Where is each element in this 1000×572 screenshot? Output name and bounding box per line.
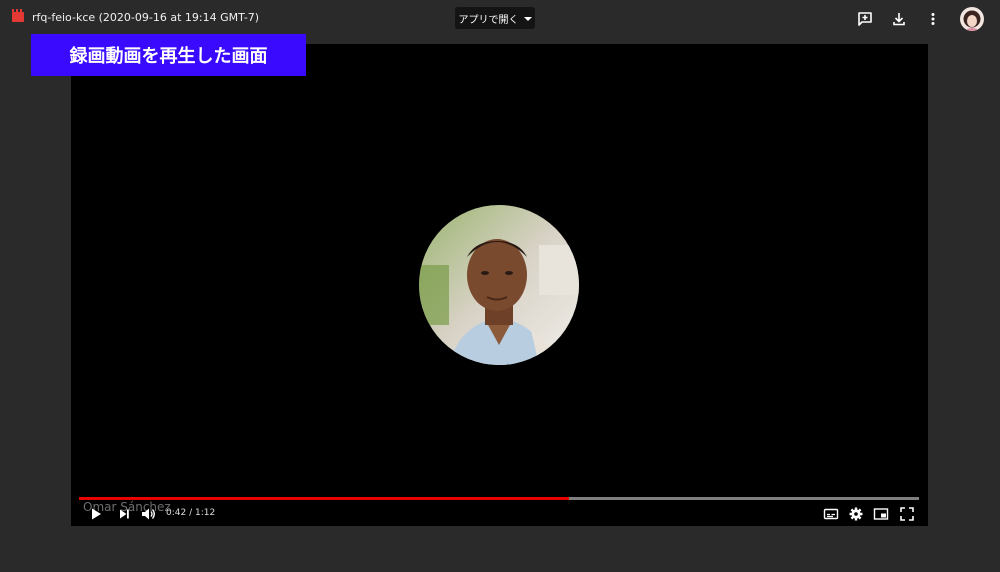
player-controls: 0:42 / 1:12 <box>71 503 928 525</box>
open-with-label: アプリで開く <box>458 14 519 26</box>
video-player[interactable]: Omar Sánchez 0:42 / 1:12 <box>71 44 928 526</box>
download-icon[interactable] <box>888 8 910 30</box>
gear-icon[interactable] <box>845 503 867 525</box>
caret-down-icon <box>523 16 532 21</box>
progress-fill <box>79 497 569 500</box>
top-bar: rfq-feio-kce (2020-09-16 at 19:14 GMT-7)… <box>0 0 1000 38</box>
top-actions <box>854 7 984 31</box>
add-comment-icon[interactable] <box>854 8 876 30</box>
miniplayer-icon[interactable] <box>870 503 892 525</box>
file-title: rfq-feio-kce (2020-09-16 at 19:14 GMT-7) <box>32 11 260 24</box>
overlay-label: 録画動画を再生した画面 <box>31 34 306 76</box>
speaker-avatar <box>419 205 579 365</box>
fullscreen-icon[interactable] <box>896 503 918 525</box>
open-with-button[interactable]: アプリで開く <box>455 7 535 29</box>
more-vert-icon[interactable] <box>922 8 944 30</box>
avatar[interactable] <box>960 7 984 31</box>
play-icon[interactable] <box>85 503 107 525</box>
volume-icon[interactable] <box>137 503 159 525</box>
next-icon[interactable] <box>113 503 135 525</box>
subtitles-icon[interactable] <box>820 503 842 525</box>
time-display: 0:42 / 1:12 <box>166 508 216 518</box>
video-file-icon <box>12 9 24 22</box>
progress-bar[interactable] <box>79 497 919 500</box>
